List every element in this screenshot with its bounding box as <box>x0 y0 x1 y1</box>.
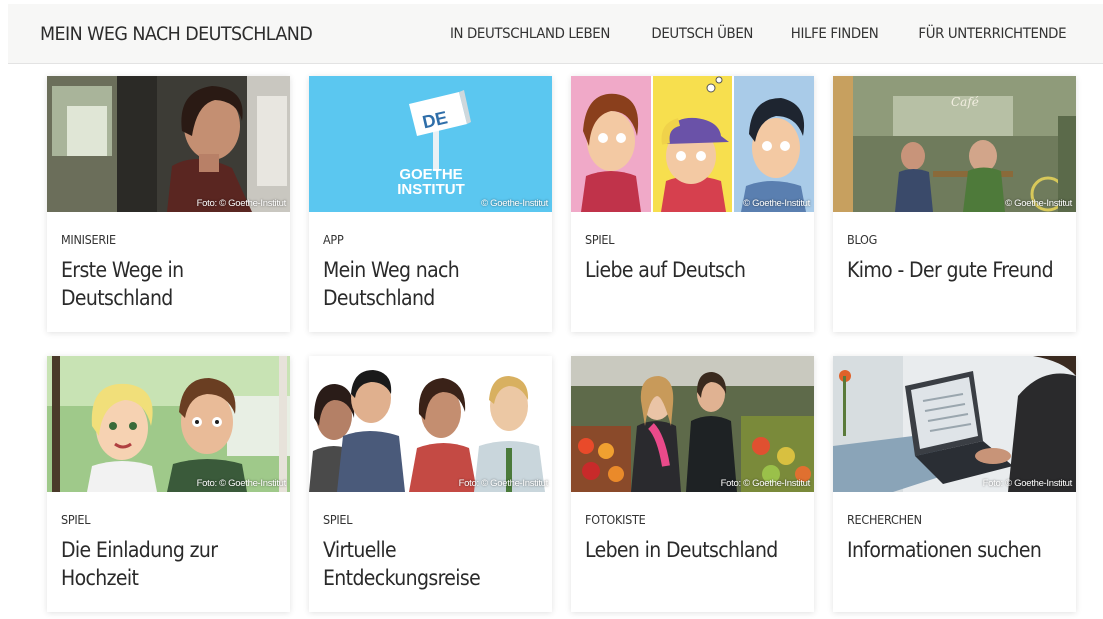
photo-credit: Foto: © Goethe-Institut <box>196 198 287 209</box>
woman-portrait-image <box>47 76 290 212</box>
card-title: Virtuelle Entdeckungsreise <box>323 538 481 590</box>
photo-credit: Foto: © Goethe-Institut <box>720 478 811 489</box>
card-title: Erste Wege in Deutschland <box>61 258 184 310</box>
nav-in-deutschland-leben[interactable]: IN DEUTSCHLAND LEBEN <box>450 26 610 42</box>
nav-fuer-unterrichtende[interactable]: FÜR UNTERRICHTENDE <box>919 26 1067 42</box>
card-informationen-suchen[interactable]: Foto: © Goethe-Institut RECHERCHEN Infor… <box>833 356 1076 612</box>
site-header: MEIN WEG NACH DEUTSCHLAND IN DEUTSCHLAND… <box>8 4 1103 64</box>
cafe-sign: Café <box>951 95 979 109</box>
card-image-market: Foto: © Goethe-Institut <box>571 356 814 492</box>
card-title: Informationen suchen <box>847 538 1042 562</box>
card-kimo[interactable]: Café © Goethe-Institut BLOG Kimo - Der g… <box>833 76 1076 332</box>
card-title: Leben in Deutschland <box>585 538 778 562</box>
card-image-comic: © Goethe-Institut <box>571 76 814 212</box>
card-image-laptop: Foto: © Goethe-Institut <box>833 356 1076 492</box>
card-body: MINISERIE Erste Wege in Deutschland <box>47 212 290 312</box>
market-photo-image <box>571 356 814 492</box>
card-category: APP <box>323 232 344 247</box>
card-category: FOTOKISTE <box>585 512 646 527</box>
card-liebe-auf-deutsch[interactable]: © Goethe-Institut SPIEL Liebe auf Deutsc… <box>571 76 814 332</box>
goethe-logo-line2: INSTITUT <box>397 181 465 198</box>
photo-credit: © Goethe-Institut <box>481 198 548 209</box>
goethe-app-logo-image: DE GOETHE INSTITUT <box>309 76 552 212</box>
card-image-cafe: Café © Goethe-Institut <box>833 76 1076 212</box>
photo-credit: Foto: © Goethe-Institut <box>458 478 549 489</box>
card-title: Liebe auf Deutsch <box>585 258 746 282</box>
comic-characters-image <box>571 76 814 212</box>
card-image-goethe-logo: DE GOETHE INSTITUT © Goethe-Institut <box>309 76 552 212</box>
illustrated-people-image <box>309 356 552 492</box>
card-mein-weg-app[interactable]: DE GOETHE INSTITUT © Goethe-Institut APP… <box>309 76 552 332</box>
card-category: SPIEL <box>61 512 91 527</box>
card-category: SPIEL <box>585 232 615 247</box>
card-body: BLOG Kimo - Der gute Freund <box>833 212 1076 284</box>
card-grid: Foto: © Goethe-Institut MINISERIE Erste … <box>47 76 1077 612</box>
card-body: FOTOKISTE Leben in Deutschland <box>571 492 814 564</box>
card-category: MINISERIE <box>61 232 116 247</box>
card-category: SPIEL <box>323 512 353 527</box>
card-title: Mein Weg nach Deutschland <box>323 258 460 310</box>
card-category: RECHERCHEN <box>847 512 922 527</box>
card-leben-in-deutschland[interactable]: Foto: © Goethe-Institut FOTOKISTE Leben … <box>571 356 814 612</box>
photo-credit: © Goethe-Institut <box>1005 198 1072 209</box>
card-image-woman-portrait: Foto: © Goethe-Institut <box>47 76 290 212</box>
card-body: SPIEL Virtuelle Entdeckungsreise <box>309 492 552 592</box>
card-category: BLOG <box>847 232 878 247</box>
card-title: Die Einladung zur Hochzeit <box>61 538 218 590</box>
photo-credit: © Goethe-Institut <box>743 198 810 209</box>
nav-hilfe-finden[interactable]: HILFE FINDEN <box>791 26 879 42</box>
card-image-people: Foto: © Goethe-Institut <box>309 356 552 492</box>
photo-credit: Foto: © Goethe-Institut <box>982 478 1073 489</box>
card-body: APP Mein Weg nach Deutschland <box>309 212 552 312</box>
card-title: Kimo - Der gute Freund <box>847 258 1054 282</box>
site-title[interactable]: MEIN WEG NACH DEUTSCHLAND <box>40 23 313 45</box>
nav-deutsch-ueben[interactable]: DEUTSCH ÜBEN <box>651 26 753 42</box>
main-nav: IN DEUTSCHLAND LEBEN DEUTSCH ÜBEN HILFE … <box>443 26 1073 42</box>
card-body: SPIEL Liebe auf Deutsch <box>571 212 814 284</box>
card-einladung-hochzeit[interactable]: Foto: © Goethe-Institut SPIEL Die Einlad… <box>47 356 290 612</box>
card-body: RECHERCHEN Informationen suchen <box>833 492 1076 564</box>
card-body: SPIEL Die Einladung zur Hochzeit <box>47 492 290 592</box>
card-virtuelle-entdeckungsreise[interactable]: Foto: © Goethe-Institut SPIEL Virtuelle … <box>309 356 552 612</box>
laptop-photo-image <box>833 356 1076 492</box>
cafe-illustration-image: Café <box>833 76 1076 212</box>
cartoon-couple-image <box>47 356 290 492</box>
card-erste-wege[interactable]: Foto: © Goethe-Institut MINISERIE Erste … <box>47 76 290 332</box>
photo-credit: Foto: © Goethe-Institut <box>196 478 287 489</box>
card-image-couple: Foto: © Goethe-Institut <box>47 356 290 492</box>
